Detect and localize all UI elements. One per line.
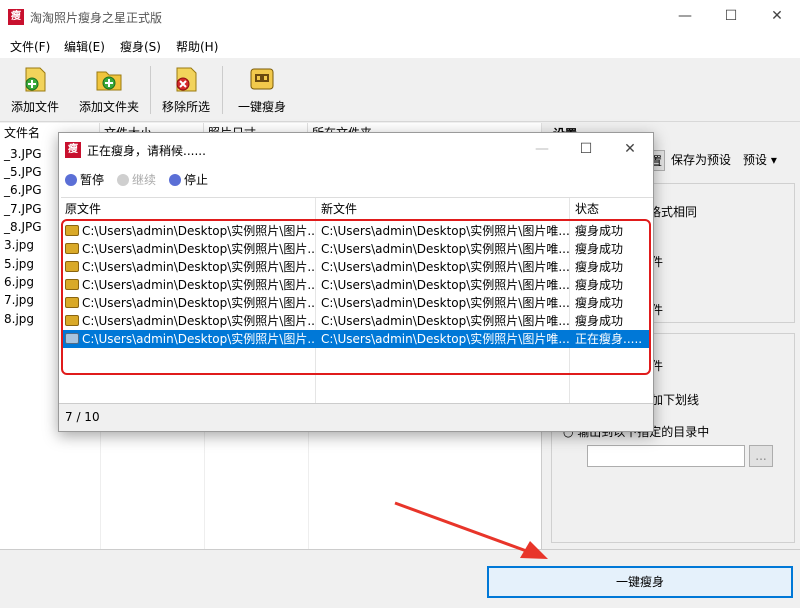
column-source[interactable]: 原文件 — [65, 200, 101, 217]
pause-button[interactable]: 暂停 — [65, 171, 104, 188]
stop-button[interactable]: 停止 — [169, 171, 208, 188]
pause-label: 暂停 — [80, 173, 105, 187]
dialog-maximize-button[interactable]: ☐ — [563, 133, 609, 165]
dialog-app-icon: 瘦 — [65, 142, 81, 158]
dialog-minimize-button[interactable]: — — [519, 133, 565, 165]
resume-button[interactable]: 继续 — [117, 171, 156, 188]
dialog-close-button[interactable]: ✕ — [607, 133, 653, 165]
column-status[interactable]: 状态 — [575, 200, 599, 217]
annotation-highlight-box — [61, 219, 651, 375]
resume-label: 继续 — [132, 173, 157, 187]
dialog-controls: 暂停 继续 停止 — [59, 169, 653, 191]
progress-count: 7 / 10 — [65, 410, 100, 424]
pause-icon — [65, 174, 77, 186]
dialog-title-bar: 瘦 正在瘦身，请稍候...... — ☐ ✕ — [59, 133, 653, 165]
dialog-title: 正在瘦身，请稍候...... — [87, 144, 206, 158]
progress-dialog: 瘦 正在瘦身，请稍候...... — ☐ ✕ 暂停 继续 停止 原文件 新文件 … — [58, 132, 654, 432]
resume-icon — [117, 174, 129, 186]
stop-icon — [169, 174, 181, 186]
column-target[interactable]: 新文件 — [321, 200, 357, 217]
dialog-status-bar: 7 / 10 — [59, 403, 653, 431]
stop-label: 停止 — [184, 173, 209, 187]
